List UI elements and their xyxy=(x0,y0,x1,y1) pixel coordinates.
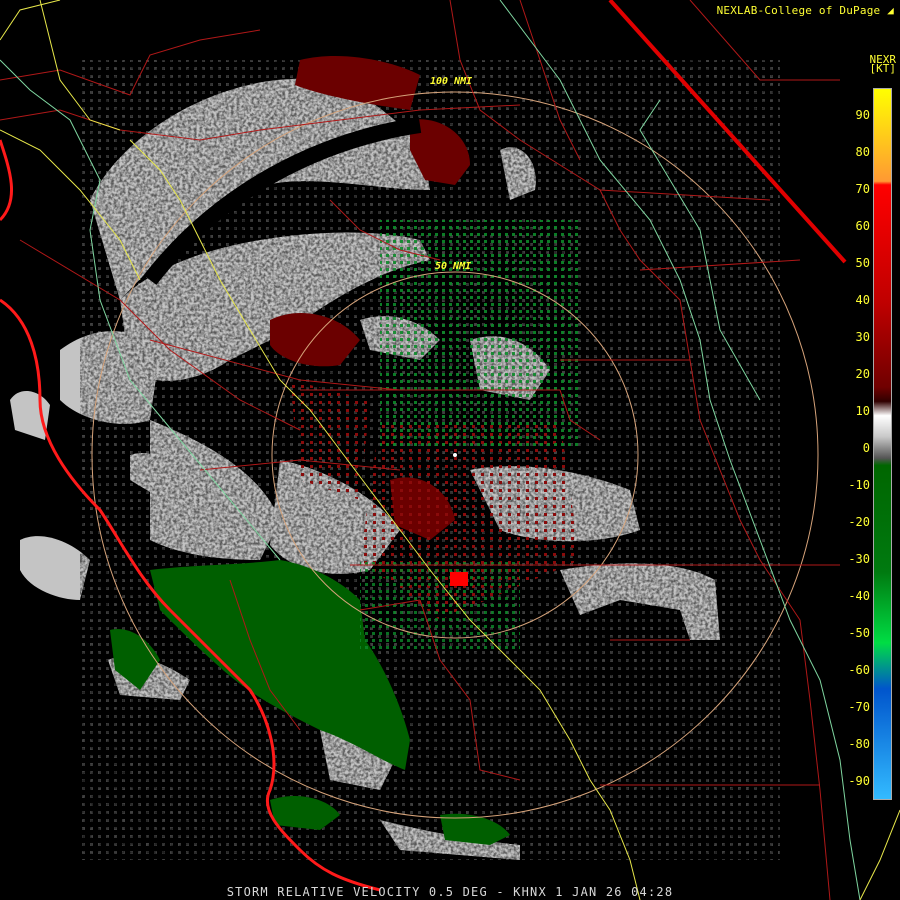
legend-tick: -70 xyxy=(848,700,870,714)
unit-label: [KT] xyxy=(869,62,897,75)
legend-tick: 90 xyxy=(855,108,870,122)
ring-label-100: 100 NMI xyxy=(430,76,473,87)
legend-tick: -10 xyxy=(848,478,870,492)
legend-tick: 20 xyxy=(855,367,870,381)
legend-tick: -40 xyxy=(848,589,870,603)
corner-logo-icon: ◢ xyxy=(887,4,894,17)
legend-tick: 0 xyxy=(862,441,870,455)
legend-tick: -50 xyxy=(848,626,870,640)
legend-tick: -60 xyxy=(848,663,870,677)
legend-tick: 70 xyxy=(855,182,870,196)
radar-site-marker xyxy=(453,453,457,457)
legend-tick: 60 xyxy=(855,219,870,233)
legend-tick: -90 xyxy=(848,774,870,788)
legend-tick: 40 xyxy=(855,293,870,307)
bright-red-cell xyxy=(450,572,468,586)
legend-tick: 10 xyxy=(855,404,870,418)
legend-tick: 30 xyxy=(855,330,870,344)
legend-tick: -80 xyxy=(848,737,870,751)
legend-tick: -20 xyxy=(848,515,870,529)
legend-tick: 50 xyxy=(855,256,870,270)
legend-tick: -30 xyxy=(848,552,870,566)
legend-tick: 80 xyxy=(855,145,870,159)
velocity-color-scale xyxy=(873,88,892,800)
radar-map xyxy=(0,0,900,900)
credit-text: NEXLAB-College of DuPage xyxy=(716,4,881,17)
product-title: STORM RELATIVE VELOCITY 0.5 DEG - KHNX 1… xyxy=(226,885,674,899)
credit-label: NEXLAB-College of DuPage ◢ xyxy=(717,4,894,17)
ring-label-50: 50 NMI xyxy=(435,261,472,272)
